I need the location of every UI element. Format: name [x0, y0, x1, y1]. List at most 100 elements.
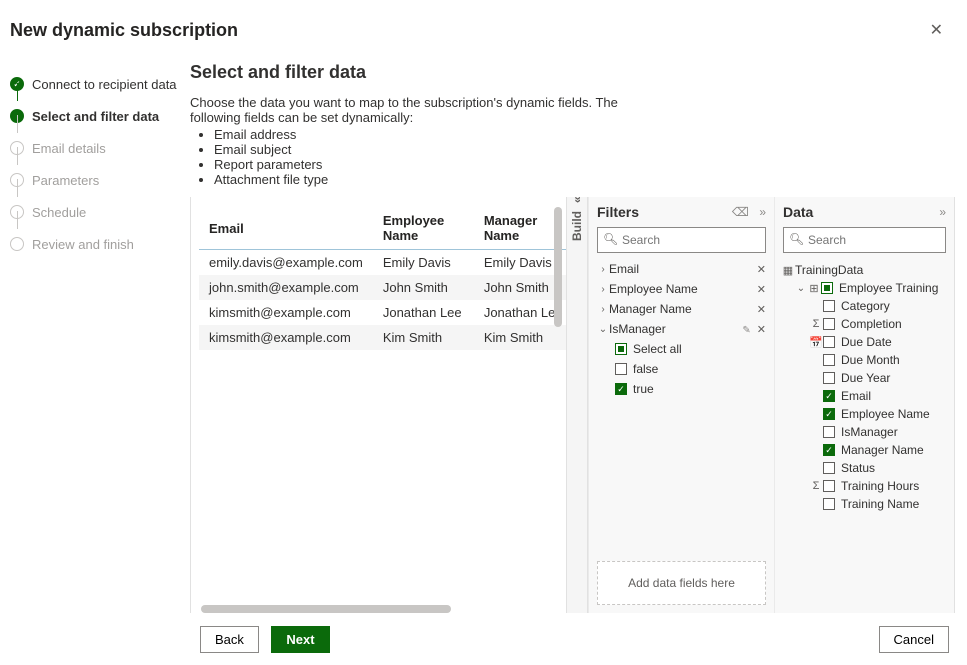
step-connect-to-recipient-data[interactable]: Connect to recipient data	[10, 68, 178, 100]
tree-field[interactable]: Due Month	[781, 351, 948, 369]
back-button[interactable]: Back	[200, 626, 259, 653]
tree-field[interactable]: IsManager	[781, 423, 948, 441]
step-schedule[interactable]: Schedule	[10, 196, 178, 228]
remove-filter-icon[interactable]: ✕	[757, 264, 766, 276]
step-label: Select and filter data	[32, 109, 159, 124]
data-search: 🔍︎	[783, 227, 946, 253]
table-cell: Emily Davis	[474, 250, 566, 276]
wizard-stepper: Connect to recipient data Select and filt…	[0, 56, 178, 613]
cancel-button[interactable]: Cancel	[879, 626, 949, 653]
chevron-right-icon[interactable]: »	[759, 205, 766, 219]
filter-name: Email	[609, 262, 639, 276]
filter-field[interactable]: ⌄IsManager✎✕	[593, 319, 770, 339]
filters-search-input[interactable]	[597, 227, 766, 253]
tree-table[interactable]: ⌄⊞ Employee Training	[781, 279, 948, 297]
data-field-tree: ▦TrainingData ⌄⊞ Employee Training Category…	[775, 257, 954, 517]
field-name: IsManager	[841, 425, 898, 439]
table-cell: John Smith	[373, 275, 474, 300]
tree-dataset[interactable]: ▦TrainingData	[781, 261, 948, 279]
filter-field[interactable]: ›Manager Name ✕	[593, 299, 770, 319]
field-name: Training Name	[841, 497, 919, 511]
filters-header: Filters ⌫ »	[589, 197, 774, 223]
caret-icon: ⌄	[795, 283, 807, 294]
dataset-icon: ▦	[781, 264, 795, 277]
column-header[interactable]: Manager Name	[474, 205, 566, 250]
table-name: Employee Training	[839, 281, 938, 295]
field-name: Manager Name	[841, 443, 924, 457]
edit-icon[interactable]: ✎	[742, 325, 750, 336]
dynamic-fields-list: Email addressEmail subjectReport paramet…	[202, 127, 955, 187]
table-row[interactable]: john.smith@example.comJohn SmithJohn Smi…	[199, 275, 566, 300]
table-cell: Jonathan Lee	[474, 300, 566, 325]
field-name: Employee Name	[841, 407, 930, 421]
tree-field[interactable]: ✓ Employee Name	[781, 405, 948, 423]
filter-field[interactable]: ›Employee Name✕	[593, 279, 770, 299]
checkbox-icon: ✓	[615, 383, 627, 395]
field-name: Training Hours	[841, 479, 919, 493]
grid-scrollbar-horizontal[interactable]	[201, 605, 451, 613]
step-review-and-finish[interactable]: Review and finish	[10, 228, 178, 260]
checkbox-icon: ✓	[823, 408, 835, 420]
tree-field[interactable]: ΣTraining Hours	[781, 477, 948, 495]
tree-field[interactable]: Training Name	[781, 495, 948, 513]
filter-option[interactable]: ✓ true	[593, 379, 770, 399]
main-content: Select and filter data Choose the data y…	[178, 56, 967, 613]
dialog-footer: Back Next Cancel	[0, 613, 967, 665]
table-row[interactable]: kimsmith@example.comJonathan LeeJonathan…	[199, 300, 566, 325]
tree-field[interactable]: ΣCompletion	[781, 315, 948, 333]
step-label: Connect to recipient data	[32, 77, 177, 92]
grid-scrollbar-vertical[interactable]	[554, 207, 562, 327]
chevron-left-icon: «	[570, 197, 584, 203]
tree-field[interactable]: Due Year	[781, 369, 948, 387]
checkbox-icon	[823, 498, 835, 510]
filter-name: Manager Name	[609, 302, 692, 316]
field-name: Due Month	[841, 353, 900, 367]
remove-filter-icon[interactable]: ✕	[757, 304, 766, 316]
table-row[interactable]: kimsmith@example.comKim SmithKim Smith	[199, 325, 566, 350]
step-label: Schedule	[32, 205, 86, 220]
filter-name: Employee Name	[609, 282, 698, 296]
filter-option[interactable]: Select all	[593, 339, 770, 359]
column-header[interactable]: Email	[199, 205, 373, 250]
table-cell: Kim Smith	[373, 325, 474, 350]
filter-field[interactable]: ›Email✕	[593, 259, 770, 279]
step-select-and-filter-data[interactable]: Select and filter data	[10, 100, 178, 132]
field-name: Status	[841, 461, 875, 475]
step-email-details[interactable]: Email details	[10, 132, 178, 164]
data-search-input[interactable]	[783, 227, 946, 253]
page-title: Select and filter data	[190, 62, 955, 83]
next-button[interactable]: Next	[271, 626, 329, 653]
filter-option[interactable]: false	[593, 359, 770, 379]
filter-option-label: true	[633, 382, 654, 396]
table-cell: John Smith	[474, 275, 566, 300]
step-dot-icon	[10, 237, 24, 251]
checkbox-icon	[615, 343, 627, 355]
table-cell: Kim Smith	[474, 325, 566, 350]
close-icon[interactable]: ✕	[926, 16, 947, 44]
tree-field[interactable]: 📅Due Date	[781, 333, 948, 351]
bullet-item: Report parameters	[214, 157, 955, 172]
filters-panel: Filters ⌫ » 🔍︎ ›Email✕›Employee Name✕›Ma…	[588, 197, 774, 613]
remove-filter-icon[interactable]: ✕	[757, 324, 766, 336]
tree-field[interactable]: ✓Email	[781, 387, 948, 405]
tree-field[interactable]: ✓Manager Name	[781, 441, 948, 459]
remove-filter-icon[interactable]: ✕	[757, 284, 766, 296]
dialog-title: New dynamic subscription	[10, 20, 238, 41]
filter-option-label: false	[633, 362, 658, 376]
field-name: Due Year	[841, 371, 890, 385]
checkbox-icon	[823, 480, 835, 492]
step-parameters[interactable]: Parameters	[10, 164, 178, 196]
table-icon: ⊞	[807, 282, 821, 295]
chevron-right-icon[interactable]: »	[939, 205, 946, 219]
filters-eraser-icon[interactable]: ⌫	[732, 205, 749, 219]
table-row[interactable]: emily.davis@example.comEmily DavisEmily …	[199, 250, 566, 276]
filters-drop-zone[interactable]: Add data fields here	[597, 561, 766, 605]
tree-field[interactable]: Status	[781, 459, 948, 477]
table-cell: kimsmith@example.com	[199, 325, 373, 350]
column-header[interactable]: Employee Name	[373, 205, 474, 250]
caret-icon: ›	[597, 304, 609, 315]
tree-field[interactable]: Category	[781, 297, 948, 315]
caret-icon: ⌄	[597, 324, 609, 335]
field-name: Category	[841, 299, 890, 313]
build-pane-toggle[interactable]: « Build	[566, 197, 588, 613]
